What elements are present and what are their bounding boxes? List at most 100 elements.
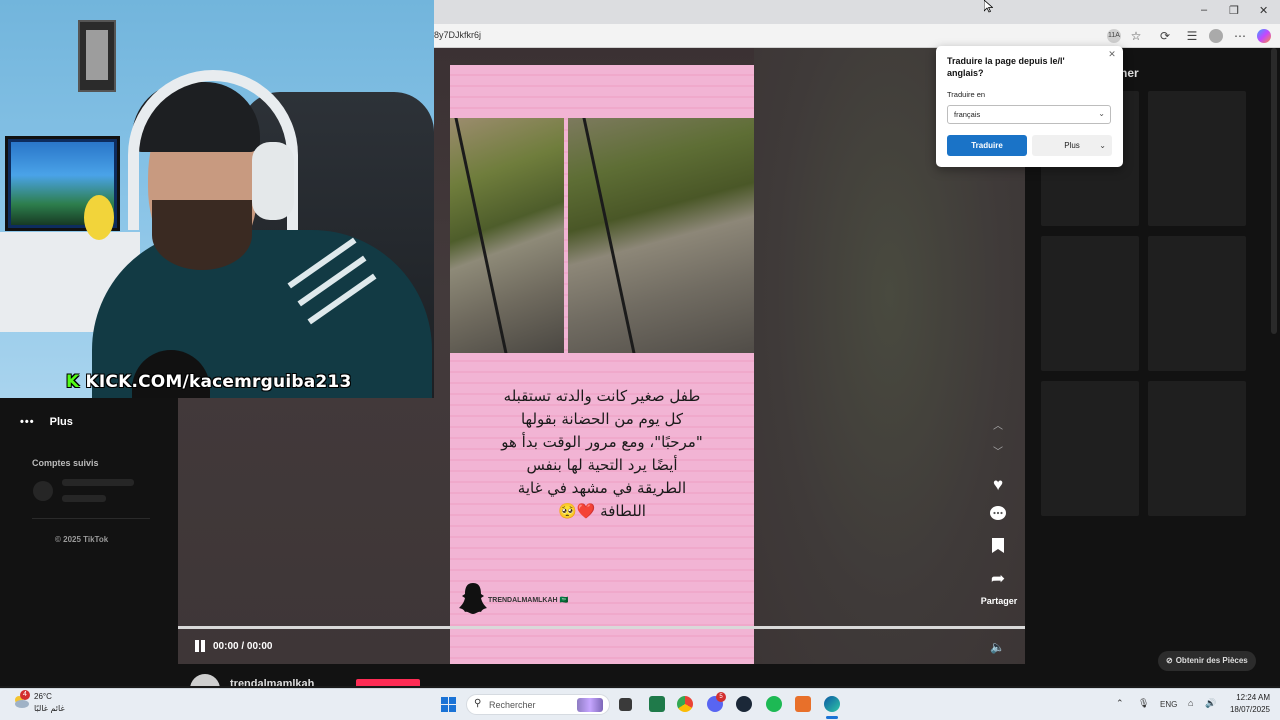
steam-icon[interactable] <box>736 696 752 712</box>
recommendation-tile[interactable] <box>1148 381 1246 516</box>
start-logo-tile <box>449 705 456 712</box>
webcam-overlay: K KICK.COM/kacemrguiba213 <box>0 0 434 398</box>
keyboard-language[interactable]: ENG <box>1160 700 1177 709</box>
vlc-icon[interactable] <box>795 696 811 712</box>
popup-close-icon[interactable]: ✕ <box>1107 49 1117 59</box>
taskbar-search-box[interactable]: ⚲ Rechercher <box>466 694 610 715</box>
tray-chevron-up-icon[interactable]: ⌃ <box>1116 698 1124 709</box>
sidebar-divider <box>32 518 150 519</box>
pause-button[interactable] <box>193 639 207 653</box>
start-logo-tile <box>441 697 448 704</box>
video-timecode: 00:00 / 00:00 <box>213 641 273 652</box>
favorite-star-icon[interactable]: ☆ <box>1128 28 1144 44</box>
start-logo-tile <box>441 705 448 712</box>
wall-poster <box>78 20 116 92</box>
page-scrollbar[interactable] <box>1271 48 1277 334</box>
snapchat-ghost-icon <box>459 583 487 614</box>
pause-icon <box>201 640 205 652</box>
translate-button[interactable]: Traduire <box>947 135 1027 156</box>
pause-icon <box>195 640 199 652</box>
kick-channel-url: KICK.COM/kacemrguiba213 <box>85 372 352 392</box>
get-coins-button[interactable]: ⊘ Obtenir des Pièces <box>1158 651 1256 671</box>
more-options-label: Plus <box>1064 141 1080 150</box>
taskbar-clock-time[interactable]: 12:24 AM <box>1226 693 1270 702</box>
volume-icon[interactable]: 🔈 <box>990 640 1005 654</box>
weather-temperature[interactable]: 26°C <box>34 692 52 701</box>
recommendation-tile[interactable] <box>1148 236 1246 371</box>
url-text[interactable]: 8y7DJkfkr6j <box>434 30 481 40</box>
caption-line: أيضًا يرد التحية لها بنفس <box>526 456 678 474</box>
get-coins-label: Obtenir des Pièces <box>1175 656 1248 665</box>
search-placeholder: Rechercher <box>489 700 536 710</box>
windows-start-icon[interactable] <box>441 697 456 712</box>
favorites-list-icon[interactable]: ☰ <box>1184 28 1200 44</box>
extensions-icon[interactable]: ⟳ <box>1157 28 1173 44</box>
skeleton-line <box>62 479 134 486</box>
mouse-cursor-icon <box>984 0 993 13</box>
target-language-value: français <box>954 110 981 119</box>
caption-line: طفل صغير كانت والدته تستقبله <box>503 387 701 405</box>
whatsapp-like-app-icon[interactable] <box>649 696 665 712</box>
kick-channel-overlay: K KICK.COM/kacemrguiba213 <box>66 372 351 392</box>
left-sidebar <box>0 400 178 640</box>
maximize-button[interactable]: ❐ <box>1229 4 1239 17</box>
sidebar-more-item[interactable]: ••• Plus <box>20 416 73 428</box>
like-heart-icon[interactable]: ♥ <box>988 475 1008 495</box>
comment-icon[interactable] <box>988 505 1008 525</box>
skeleton-avatar <box>33 481 53 501</box>
close-window-button[interactable]: ✕ <box>1259 4 1268 17</box>
shirt-stripe <box>287 237 357 289</box>
caption-line: اللطافة ❤️🥺 <box>558 502 646 520</box>
more-options-icon[interactable]: ⋯ <box>1232 28 1248 44</box>
recommendation-tile[interactable] <box>1148 91 1246 226</box>
share-arrow-icon[interactable]: ➦ <box>988 569 1008 589</box>
taskbar-clock-date[interactable]: 18/07/2025 <box>1222 705 1270 714</box>
headphone-earcup <box>252 142 294 220</box>
translate-to-label: Traduire en <box>947 90 986 99</box>
windows-taskbar <box>0 688 1280 720</box>
spotify-icon[interactable] <box>766 696 782 712</box>
profile-avatar-icon[interactable] <box>1209 29 1223 43</box>
task-view-icon[interactable] <box>619 698 632 711</box>
video-progress-bar[interactable] <box>178 626 1025 629</box>
translate-icon[interactable]: 11A <box>1107 29 1121 43</box>
discord-badge: 5 <box>716 692 726 702</box>
video-photo-left <box>450 118 564 353</box>
caption-line: كل يوم من الحضانة بقولها <box>520 410 684 428</box>
caption-line: الطريقة في مشهد في غاية <box>517 479 687 497</box>
active-app-indicator <box>826 716 838 719</box>
more-dots-icon: ••• <box>20 416 35 428</box>
prev-video-chevron-up-icon[interactable]: ︿ <box>990 419 1006 435</box>
next-video-chevron-down-icon[interactable]: ﹀ <box>990 445 1006 461</box>
comment-bubble-svg <box>990 506 1006 520</box>
more-options-button[interactable]: Plus ⌄ <box>1032 135 1112 156</box>
coin-icon: ⊘ <box>1166 656 1173 665</box>
bookmark-icon[interactable] <box>988 537 1008 557</box>
microphone-tray-icon[interactable]: 🎙 <box>1138 698 1149 709</box>
edge-icon[interactable] <box>824 696 840 712</box>
chevron-down-icon: ⌄ <box>1099 141 1106 150</box>
bookmark-svg <box>992 538 1004 553</box>
shirt-stripe <box>297 255 367 307</box>
recommendation-tile[interactable] <box>1041 236 1139 371</box>
speaker-icon[interactable]: 🔊 <box>1205 698 1216 709</box>
shirt-stripe <box>307 273 377 325</box>
copilot-icon[interactable] <box>1257 29 1271 43</box>
copyright-text: © 2025 TikTok <box>55 535 109 544</box>
screen: – ❐ ✕ 8y7DJkfkr6j 11A ☆ ⟳ ☰ ⋯ ••• Plus C… <box>0 0 1280 720</box>
minimize-button[interactable]: – <box>1201 4 1207 16</box>
video-progress-fill <box>178 626 1025 629</box>
start-logo-tile <box>449 697 456 704</box>
car-edge <box>581 118 638 353</box>
video-caption: طفل صغير كانت والدته تستقبله كل يوم من ا… <box>470 385 734 523</box>
network-icon[interactable]: ⌂ <box>1188 698 1193 708</box>
chevron-down-icon: ⌄ <box>1098 109 1105 118</box>
snap-handle: TRENDALMAMLKAH 🇸🇦 <box>488 597 569 604</box>
sidebar-more-label: Plus <box>49 416 73 428</box>
chrome-icon[interactable] <box>677 696 693 712</box>
weather-notification-badge: 4 <box>20 690 30 700</box>
share-label[interactable]: Partager <box>978 596 1020 606</box>
recommendation-tile[interactable] <box>1041 381 1139 516</box>
weather-description[interactable]: غائم غالبًا <box>34 704 65 713</box>
target-language-select[interactable]: français ⌄ <box>947 105 1111 124</box>
